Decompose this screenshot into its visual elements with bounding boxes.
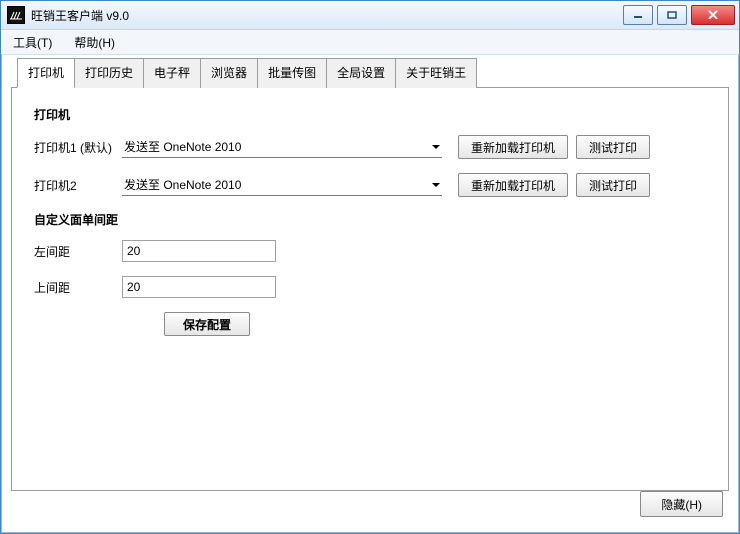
left-margin-label: 左间距 xyxy=(34,243,122,260)
left-margin-input[interactable] xyxy=(122,240,276,262)
window-buttons xyxy=(623,5,735,25)
tab-history[interactable]: 打印历史 xyxy=(74,58,144,88)
row-printer2: 打印机2 重新加载打印机 测试打印 xyxy=(34,173,706,197)
tab-global[interactable]: 全局设置 xyxy=(326,58,396,88)
row-left-margin: 左间距 xyxy=(34,240,706,262)
printer2-combo-wrap xyxy=(122,174,442,196)
tab-browser[interactable]: 浏览器 xyxy=(200,58,258,88)
top-margin-input[interactable] xyxy=(122,276,276,298)
printer1-test-button[interactable]: 测试打印 xyxy=(576,135,650,159)
tab-batch[interactable]: 批量传图 xyxy=(257,58,327,88)
tab-body-printer: 打印机 打印机1 (默认) 重新加载打印机 测试打印 打印机2 重新加载打印机 … xyxy=(11,87,729,491)
section-printer-title: 打印机 xyxy=(34,106,706,123)
app-icon xyxy=(7,6,25,24)
menu-help[interactable]: 帮助(H) xyxy=(70,32,119,53)
printer1-combo-wrap xyxy=(122,136,442,158)
printer2-label: 打印机2 xyxy=(34,177,122,194)
save-config-button[interactable]: 保存配置 xyxy=(164,312,250,336)
section-margin-title: 自定义面单间距 xyxy=(34,211,706,228)
row-save: 保存配置 xyxy=(164,312,706,336)
row-printer1: 打印机1 (默认) 重新加载打印机 测试打印 xyxy=(34,135,706,159)
menubar: 工具(T) 帮助(H) xyxy=(1,30,739,55)
tab-printer[interactable]: 打印机 xyxy=(17,58,75,88)
tab-scale[interactable]: 电子秤 xyxy=(143,58,201,88)
titlebar: 旺销王客户端 v9.0 xyxy=(1,1,739,30)
menu-tools[interactable]: 工具(T) xyxy=(9,32,56,53)
app-window: 旺销王客户端 v9.0 工具(T) 帮助(H) 打印机 打印历史 电子秤 浏览器… xyxy=(0,0,740,534)
row-top-margin: 上间距 xyxy=(34,276,706,298)
maximize-button[interactable] xyxy=(657,5,687,25)
top-margin-label: 上间距 xyxy=(34,279,122,296)
printer1-label: 打印机1 (默认) xyxy=(34,139,122,156)
close-button[interactable] xyxy=(691,5,735,25)
tab-about[interactable]: 关于旺销王 xyxy=(395,58,477,88)
printer1-reload-button[interactable]: 重新加载打印机 xyxy=(458,135,568,159)
printer2-reload-button[interactable]: 重新加载打印机 xyxy=(458,173,568,197)
client-area: 打印机 打印历史 电子秤 浏览器 批量传图 全局设置 关于旺销王 打印机 打印机… xyxy=(11,57,729,523)
window-title: 旺销王客户端 v9.0 xyxy=(31,7,623,24)
printer2-test-button[interactable]: 测试打印 xyxy=(576,173,650,197)
hide-button[interactable]: 隐藏(H) xyxy=(640,491,723,517)
tabstrip: 打印机 打印历史 电子秤 浏览器 批量传图 全局设置 关于旺销王 xyxy=(17,57,729,87)
minimize-button[interactable] xyxy=(623,5,653,25)
printer1-combo[interactable] xyxy=(122,136,442,158)
bottom-bar: 隐藏(H) xyxy=(11,485,729,523)
printer2-combo[interactable] xyxy=(122,174,442,196)
